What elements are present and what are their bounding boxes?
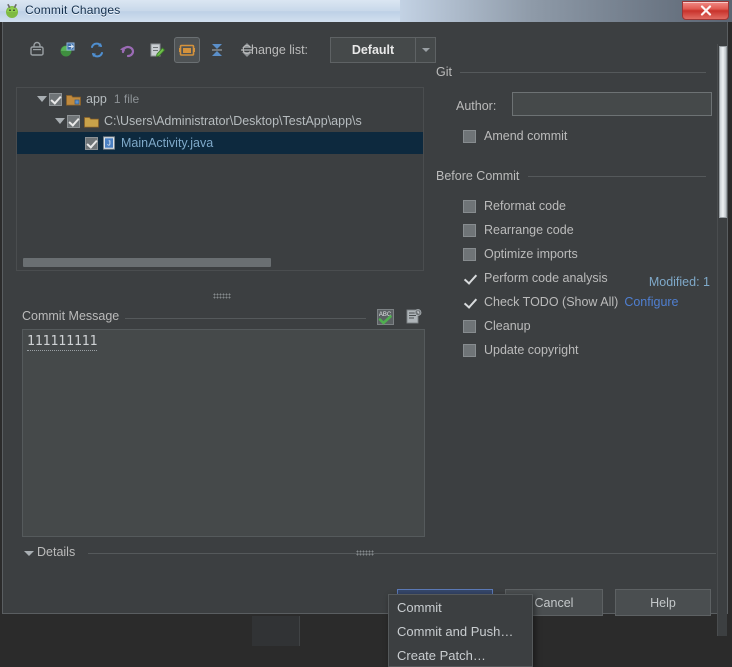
divider xyxy=(88,553,716,554)
tree-row[interactable]: J MainActivity.java xyxy=(17,132,423,154)
changelist-label-text: Change list: xyxy=(242,43,309,57)
commit-message-input[interactable]: 111111111 xyxy=(22,329,425,537)
changelist-dropdown[interactable]: Default xyxy=(330,37,436,63)
window-titlebar[interactable]: Commit Changes xyxy=(0,0,732,22)
changelist-label: Change list: xyxy=(242,43,308,57)
scrollbar-thumb[interactable] xyxy=(719,46,727,218)
cancel-button-label: Cancel xyxy=(534,595,574,610)
divider xyxy=(528,176,706,177)
reformat-code-label: Reformat code xyxy=(484,199,566,213)
details-label: Details xyxy=(37,545,76,559)
menu-item-label: Commit xyxy=(397,599,442,615)
dialog-content: Change list: Default app 1 file C:\Users… xyxy=(8,25,718,616)
configure-link[interactable]: Configure xyxy=(624,295,678,309)
close-icon[interactable] xyxy=(682,1,729,20)
menu-item-label: Create Patch… xyxy=(397,647,486,663)
update-copyright-label: Update copyright xyxy=(484,343,579,357)
before-commit-group-label: Before Commit xyxy=(436,169,520,183)
tree-row-sublabel: 1 file xyxy=(113,92,140,106)
commit-changes-dialog: Commit Changes Change list: Default app … xyxy=(0,0,732,667)
menu-item-create-patch[interactable]: Create Patch… xyxy=(389,643,532,667)
menu-item-label: Commit and Push… xyxy=(397,623,514,639)
group-by-directory-icon[interactable] xyxy=(174,37,200,63)
expand-all-icon[interactable] xyxy=(204,37,230,63)
commit-dropdown-menu[interactable]: Commit Commit and Push… Create Patch… xyxy=(388,594,533,667)
menu-item-commit-and-push[interactable]: Commit and Push… xyxy=(389,619,532,643)
amend-commit-label: Amend commit xyxy=(484,129,568,143)
edit-source-icon[interactable] xyxy=(144,37,170,63)
divider xyxy=(460,72,706,73)
checkbox-box[interactable] xyxy=(463,272,476,285)
android-studio-icon xyxy=(4,3,20,19)
scrollbar-thumb[interactable] xyxy=(23,258,271,267)
file-checkbox[interactable] xyxy=(67,114,80,128)
optimize-imports-label: Optimize imports xyxy=(484,247,578,261)
menu-item-commit[interactable]: Commit xyxy=(389,595,532,619)
splitter-handle-bottom[interactable] xyxy=(356,550,374,556)
tree-row[interactable]: C:\Users\Administrator\Desktop\TestApp\a… xyxy=(17,110,423,132)
changelist-value: Default xyxy=(351,43,395,57)
tree-row-label: C:\Users\Administrator\Desktop\TestApp\a… xyxy=(104,114,362,128)
statusbar-clip: Freeline 9: Version Control xyxy=(0,646,732,667)
chevron-down-icon[interactable] xyxy=(415,38,435,62)
git-group-label: Git xyxy=(436,65,452,79)
changes-toolbar: Change list: Default xyxy=(16,35,716,65)
checkbox-box[interactable] xyxy=(463,129,476,143)
checkbox-box[interactable] xyxy=(463,199,476,213)
revert-icon[interactable] xyxy=(54,37,80,63)
dialog-vertical-scrollbar[interactable] xyxy=(717,44,727,636)
file-checkbox[interactable] xyxy=(49,92,62,106)
java-file-icon: J xyxy=(102,136,116,150)
author-field[interactable] xyxy=(512,92,712,116)
file-checkbox[interactable] xyxy=(85,136,98,150)
commit-message-label: Commit Message xyxy=(22,309,126,323)
expand-arrow-icon[interactable] xyxy=(35,96,49,102)
rollback-icon[interactable] xyxy=(114,37,140,63)
expand-arrow-icon[interactable] xyxy=(53,118,67,124)
tree-horizontal-scrollbar[interactable] xyxy=(16,255,424,271)
modified-count-label: Modified: 1 xyxy=(648,275,710,289)
refresh-icon[interactable] xyxy=(84,37,110,63)
commit-message-history-icon[interactable] xyxy=(402,307,424,327)
help-button-label: Help xyxy=(650,595,676,610)
rearrange-code-label: Rearrange code xyxy=(484,223,574,237)
changed-files-tree[interactable]: app 1 file C:\Users\Administrator\Deskto… xyxy=(16,87,424,255)
window-title: Commit Changes xyxy=(25,3,121,17)
spellcheck-icon[interactable]: ABC xyxy=(374,307,396,327)
perform-code-analysis-label: Perform code analysis xyxy=(484,271,608,285)
cleanup-label: Cleanup xyxy=(484,319,531,333)
tree-row-label: MainActivity.java xyxy=(121,136,214,150)
dialog-body: Change list: Default app 1 file C:\Users… xyxy=(2,22,728,636)
check-todo-label: Check TODO (Show All) xyxy=(484,295,619,309)
tree-row-label: app xyxy=(86,92,107,106)
tree-row[interactable]: app 1 file xyxy=(17,88,423,110)
checkbox-box[interactable] xyxy=(463,223,476,237)
commit-message-value: 111111111 xyxy=(27,334,98,351)
checkbox-box[interactable] xyxy=(463,319,476,333)
reformat-code-checkbox[interactable]: Reformat code xyxy=(463,199,566,213)
rearrange-code-checkbox[interactable]: Rearrange code xyxy=(463,223,574,237)
author-label-text: Author: xyxy=(456,99,497,113)
show-diff-icon[interactable] xyxy=(24,37,50,63)
update-copyright-checkbox[interactable]: Update copyright xyxy=(463,343,579,357)
commit-message-header: Commit Message ABC xyxy=(16,307,424,327)
folder-icon xyxy=(84,115,99,128)
svg-text:J: J xyxy=(107,140,111,147)
checkbox-box[interactable] xyxy=(463,296,476,309)
perform-code-analysis-checkbox[interactable]: Perform code analysis xyxy=(463,271,608,285)
checkbox-box[interactable] xyxy=(463,247,476,261)
checkbox-box[interactable] xyxy=(463,343,476,357)
author-label: Author: xyxy=(456,99,496,113)
cleanup-checkbox[interactable]: Cleanup xyxy=(463,319,531,333)
splitter-handle-top[interactable] xyxy=(213,293,231,299)
amend-commit-checkbox[interactable]: Amend commit xyxy=(463,129,567,143)
check-todo-checkbox[interactable]: Check TODO (Show All) Configure xyxy=(463,295,679,309)
folder-module-icon xyxy=(66,93,81,106)
chevron-down-icon[interactable] xyxy=(24,551,34,556)
optimize-imports-checkbox[interactable]: Optimize imports xyxy=(463,247,578,261)
help-button[interactable]: Help xyxy=(615,589,711,616)
